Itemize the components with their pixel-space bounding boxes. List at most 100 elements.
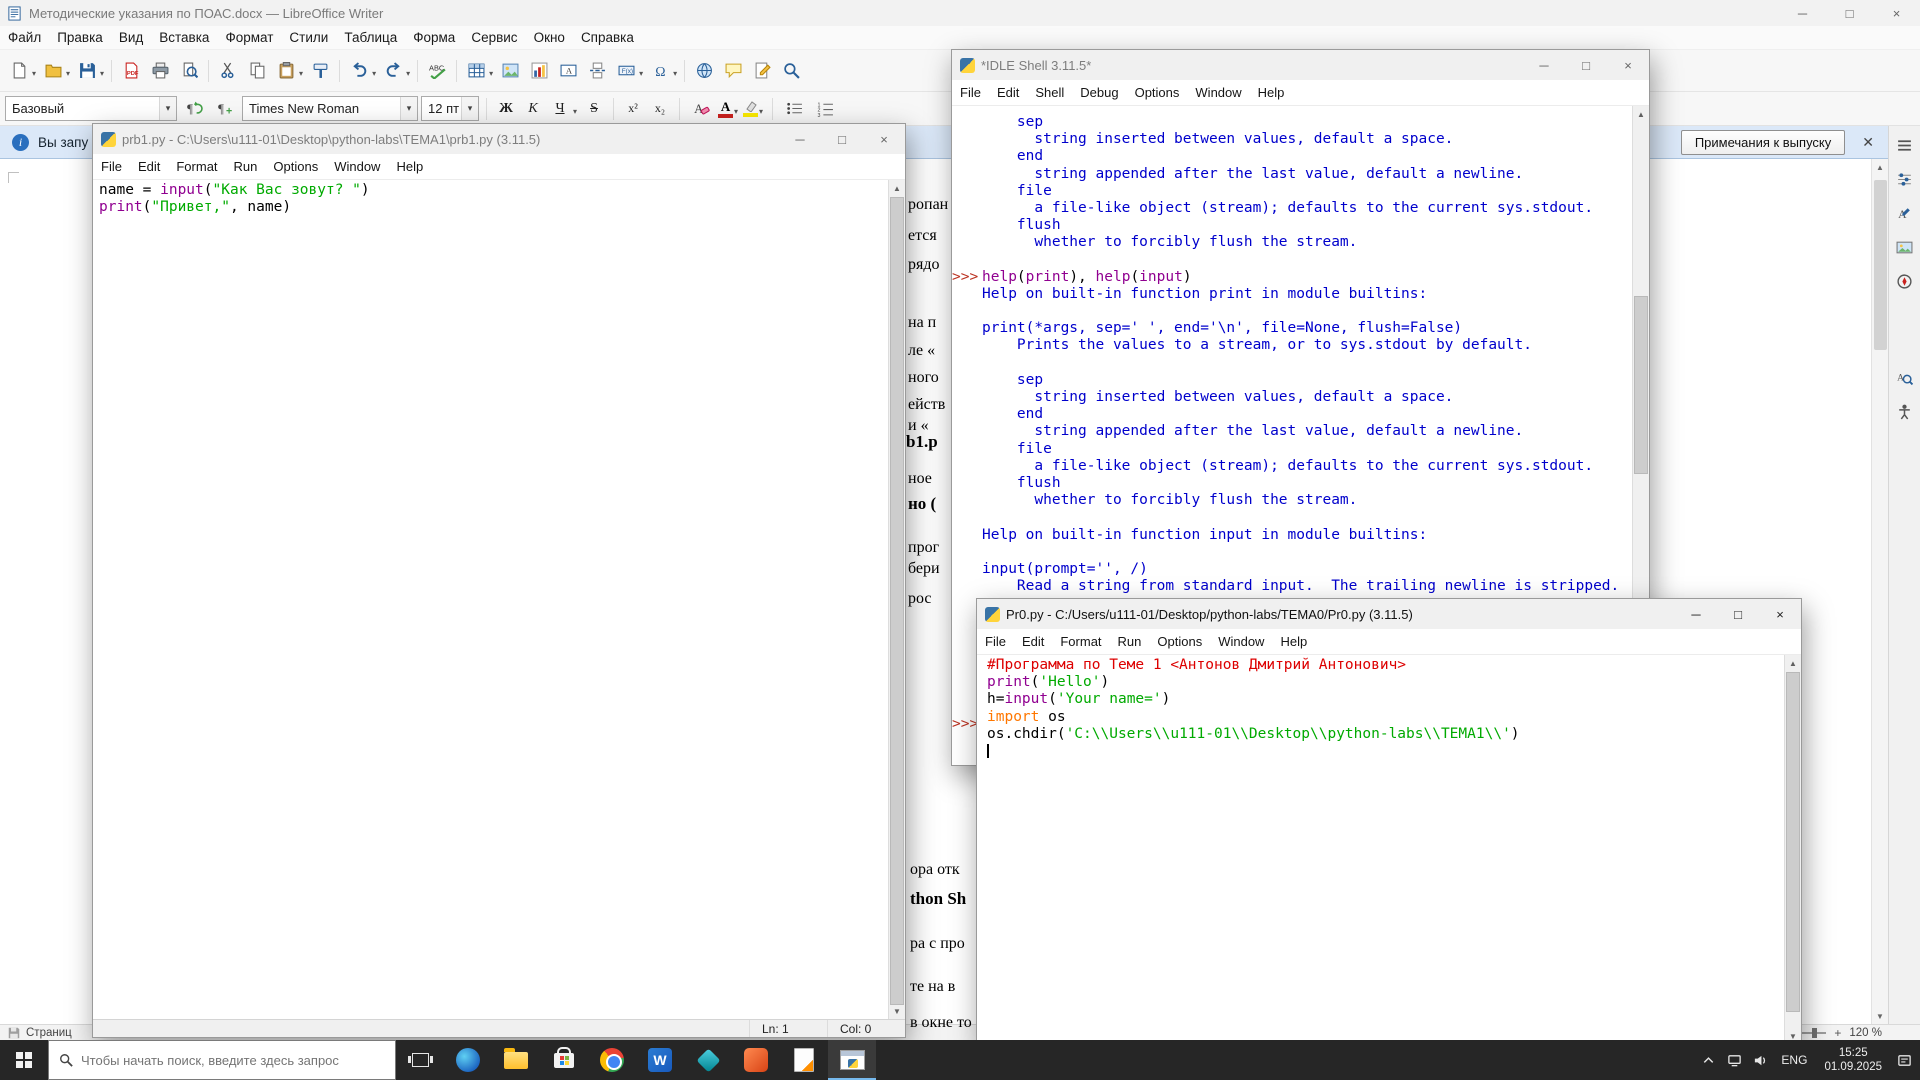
- scrollbar-thumb[interactable]: [1786, 672, 1800, 1012]
- insert-special-character-button[interactable]: Ω: [646, 56, 674, 86]
- subscript-button[interactable]: x₂: [648, 96, 672, 122]
- tray-expand-chevron-icon[interactable]: [1696, 1040, 1720, 1080]
- menu-item-format[interactable]: Format: [1052, 634, 1109, 649]
- writer-minimize-button[interactable]: ─: [1779, 0, 1826, 26]
- insert-table-button[interactable]: [462, 56, 490, 86]
- scroll-down-icon[interactable]: ▼: [1872, 1008, 1888, 1024]
- zoom-slider-thumb[interactable]: [1812, 1027, 1818, 1038]
- menu-item-форма[interactable]: Форма: [405, 30, 463, 45]
- dropdown-arrow-icon[interactable]: ▾: [66, 69, 70, 78]
- save-button[interactable]: [73, 56, 101, 86]
- insert-hyperlink-button[interactable]: [690, 56, 718, 86]
- prb1-title-bar[interactable]: prb1.py - C:\Users\u111-01\Desktop\pytho…: [93, 124, 905, 154]
- menu-item-options[interactable]: Options: [1127, 85, 1188, 100]
- undo-button[interactable]: [345, 56, 373, 86]
- menu-item-options[interactable]: Options: [265, 159, 326, 174]
- insert-page-break-button[interactable]: [583, 56, 611, 86]
- scroll-up-icon[interactable]: ▲: [889, 180, 905, 196]
- taskbar-app-store[interactable]: [540, 1040, 588, 1080]
- menu-item-file[interactable]: File: [93, 159, 130, 174]
- insert-text-box-button[interactable]: A: [554, 56, 582, 86]
- dropdown-arrow-icon[interactable]: ▾: [372, 69, 376, 78]
- menu-item-стили[interactable]: Стили: [281, 30, 336, 45]
- italic-button[interactable]: К: [521, 96, 545, 122]
- chevron-down-icon[interactable]: ▾: [159, 97, 176, 120]
- dropdown-arrow-icon[interactable]: ▾: [299, 69, 303, 78]
- update-style-button[interactable]: ¶: [180, 94, 208, 124]
- taskbar-clock[interactable]: 15:25 01.09.2025: [1816, 1046, 1890, 1074]
- menu-item-вставка[interactable]: Вставка: [151, 30, 217, 45]
- bold-button[interactable]: Ж: [494, 96, 518, 122]
- menu-item-help[interactable]: Help: [1272, 634, 1315, 649]
- menu-item-вид[interactable]: Вид: [111, 30, 151, 45]
- zoom-in-icon[interactable]: +: [1834, 1026, 1841, 1040]
- task-view-button[interactable]: [396, 1040, 444, 1080]
- dropdown-arrow-icon[interactable]: ▾: [573, 107, 577, 116]
- dropdown-arrow-icon[interactable]: ▾: [639, 69, 643, 78]
- menu-item-window[interactable]: Window: [1187, 85, 1249, 100]
- notification-center-icon[interactable]: [1892, 1040, 1916, 1080]
- menu-item-debug[interactable]: Debug: [1072, 85, 1126, 100]
- menu-item-run[interactable]: Run: [1110, 634, 1150, 649]
- menu-item-edit[interactable]: Edit: [130, 159, 168, 174]
- language-indicator[interactable]: ENG: [1774, 1053, 1814, 1067]
- prb1-text-area[interactable]: name = input("Как Вас зовут? ") print("Пр…: [93, 180, 888, 1019]
- sidebar-style-inspector-icon[interactable]: A: [1895, 367, 1915, 387]
- sidebar-settings-icon[interactable]: [1895, 135, 1915, 155]
- menu-item-window[interactable]: Window: [326, 159, 388, 174]
- pr0-title-bar[interactable]: Pr0.py - C:/Users/u111-01/Desktop/python…: [977, 599, 1801, 629]
- volume-icon[interactable]: [1748, 1040, 1772, 1080]
- menu-item-edit[interactable]: Edit: [1014, 634, 1052, 649]
- start-button[interactable]: [0, 1040, 48, 1080]
- menu-item-формат[interactable]: Формат: [217, 30, 281, 45]
- scrollbar-thumb[interactable]: [1874, 180, 1887, 350]
- underline-button[interactable]: Ч: [548, 96, 572, 122]
- taskbar-app-idle[interactable]: [828, 1040, 876, 1080]
- open-button[interactable]: [39, 56, 67, 86]
- taskbar-app-edge[interactable]: [444, 1040, 492, 1080]
- prb1-scrollbar[interactable]: ▲ ▼: [888, 180, 905, 1019]
- scroll-up-icon[interactable]: ▲: [1872, 159, 1888, 175]
- font-size-combobox[interactable]: 12 пт ▾: [421, 96, 479, 121]
- network-icon[interactable]: [1722, 1040, 1746, 1080]
- font-color-button[interactable]: А: [718, 96, 734, 122]
- maximize-button[interactable]: □: [1565, 50, 1607, 80]
- numbered-list-button[interactable]: 123: [811, 94, 839, 124]
- menu-item-file[interactable]: File: [952, 85, 989, 100]
- scroll-down-icon[interactable]: ▼: [889, 1003, 905, 1019]
- new-document-button[interactable]: [5, 56, 33, 86]
- sidebar-accessibility-icon[interactable]: [1895, 401, 1915, 421]
- close-button[interactable]: ×: [863, 124, 905, 154]
- menu-item-shell[interactable]: Shell: [1027, 85, 1072, 100]
- highlight-color-button[interactable]: [743, 96, 759, 122]
- scroll-up-icon[interactable]: ▲: [1785, 655, 1801, 671]
- taskbar-app-orange[interactable]: [732, 1040, 780, 1080]
- maximize-button[interactable]: □: [821, 124, 863, 154]
- taskbar-app-chrome[interactable]: [588, 1040, 636, 1080]
- minimize-button[interactable]: ─: [779, 124, 821, 154]
- dropdown-arrow-icon[interactable]: ▾: [489, 69, 493, 78]
- minimize-button[interactable]: ─: [1675, 599, 1717, 629]
- minimize-button[interactable]: ─: [1523, 50, 1565, 80]
- shell-title-bar[interactable]: *IDLE Shell 3.11.5* ─ □ ×: [952, 50, 1649, 80]
- menu-item-окно[interactable]: Окно: [526, 30, 573, 45]
- strikethrough-button[interactable]: S: [582, 96, 606, 122]
- menu-item-file[interactable]: File: [977, 634, 1014, 649]
- sidebar-navigator-icon[interactable]: [1895, 271, 1915, 291]
- menu-item-справка[interactable]: Справка: [573, 30, 642, 45]
- print-preview-button[interactable]: [175, 56, 203, 86]
- find-replace-button[interactable]: [777, 56, 805, 86]
- paste-button[interactable]: [272, 56, 300, 86]
- export-pdf-button[interactable]: PDF: [117, 56, 145, 86]
- infobar-close-icon[interactable]: ✕: [1862, 134, 1874, 151]
- scrollbar-thumb[interactable]: [1634, 296, 1648, 474]
- paragraph-style-combobox[interactable]: Базовый ▾: [5, 96, 177, 121]
- sidebar-gallery-icon[interactable]: [1895, 237, 1915, 257]
- insert-image-button[interactable]: [496, 56, 524, 86]
- writer-close-button[interactable]: ×: [1873, 0, 1920, 26]
- font-name-combobox[interactable]: Times New Roman ▾: [242, 96, 418, 121]
- sidebar-properties-icon[interactable]: [1895, 169, 1915, 189]
- insert-chart-button[interactable]: [525, 56, 553, 86]
- menu-item-правка[interactable]: Правка: [49, 30, 111, 45]
- menu-item-таблица[interactable]: Таблица: [336, 30, 405, 45]
